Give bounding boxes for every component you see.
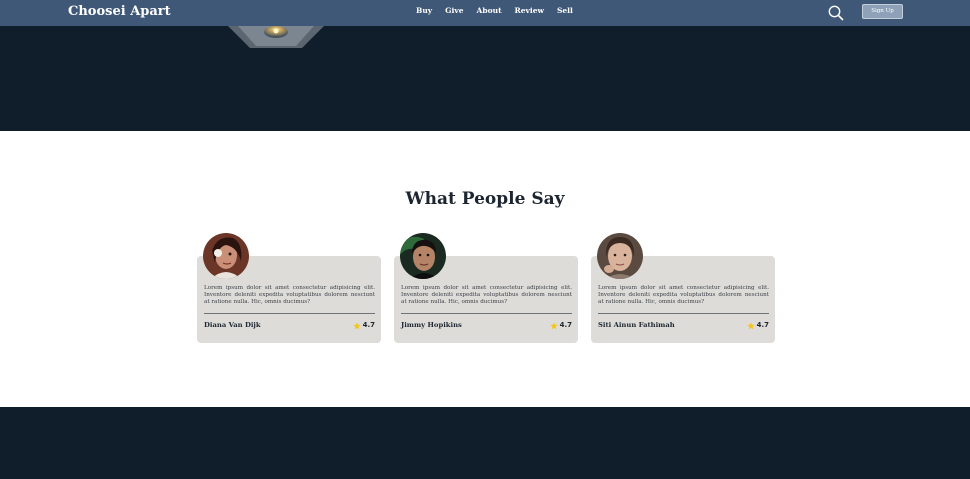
testimonials-section: What People Say Lorem ipsum dolor sit am… xyxy=(0,131,970,407)
rating: 4.7 xyxy=(746,321,769,330)
testimonial-card: Lorem ipsum dolor sit amet consectetur a… xyxy=(591,233,775,343)
rating-value: 4.7 xyxy=(756,321,769,329)
testimonial-text: Lorem ipsum dolor sit amet consectetur a… xyxy=(401,285,572,305)
brand-logo[interactable]: Choosei Apart xyxy=(68,4,171,20)
testimonial-text: Lorem ipsum dolor sit amet consectetur a… xyxy=(204,285,375,305)
nav-link-sell[interactable]: Sell xyxy=(557,6,573,16)
avatar xyxy=(597,233,643,279)
card-divider xyxy=(598,313,769,314)
star-icon xyxy=(549,321,558,329)
avatar xyxy=(400,233,446,279)
sign-up-button[interactable]: Sign Up xyxy=(862,4,903,19)
reviewer-name: Siti Ainun Fathimah xyxy=(598,321,675,329)
reviewer-name: Jimmy Hopikins xyxy=(401,321,462,329)
testimonial-text: Lorem ipsum dolor sit amet consectetur a… xyxy=(598,285,769,305)
search-icon[interactable] xyxy=(827,4,845,22)
star-icon xyxy=(746,321,755,329)
card-divider xyxy=(401,313,572,314)
rating: 4.7 xyxy=(549,321,572,330)
reviewer-name: Diana Van Dijk xyxy=(204,321,261,329)
avatar xyxy=(203,233,249,279)
rating-value: 4.7 xyxy=(559,321,572,329)
navbar: Choosei Apart Buy Give About Review Sell… xyxy=(0,0,970,26)
nav-links: Buy Give About Review Sell xyxy=(416,6,586,16)
testimonial-card: Lorem ipsum dolor sit amet consectetur a… xyxy=(197,233,381,343)
rating-value: 4.7 xyxy=(362,321,375,329)
nav-link-give[interactable]: Give xyxy=(445,6,463,16)
star-icon xyxy=(352,321,361,329)
nav-link-about[interactable]: About xyxy=(477,6,502,16)
nav-link-review[interactable]: Review xyxy=(515,6,544,16)
pendant-lamp-image xyxy=(228,26,324,50)
nav-link-buy[interactable]: Buy xyxy=(416,6,432,16)
footer xyxy=(0,407,970,479)
section-title: What People Say xyxy=(405,189,565,209)
card-divider xyxy=(204,313,375,314)
rating: 4.7 xyxy=(352,321,375,330)
testimonial-card: Lorem ipsum dolor sit amet consectetur a… xyxy=(394,233,578,343)
hero-section xyxy=(0,26,970,131)
